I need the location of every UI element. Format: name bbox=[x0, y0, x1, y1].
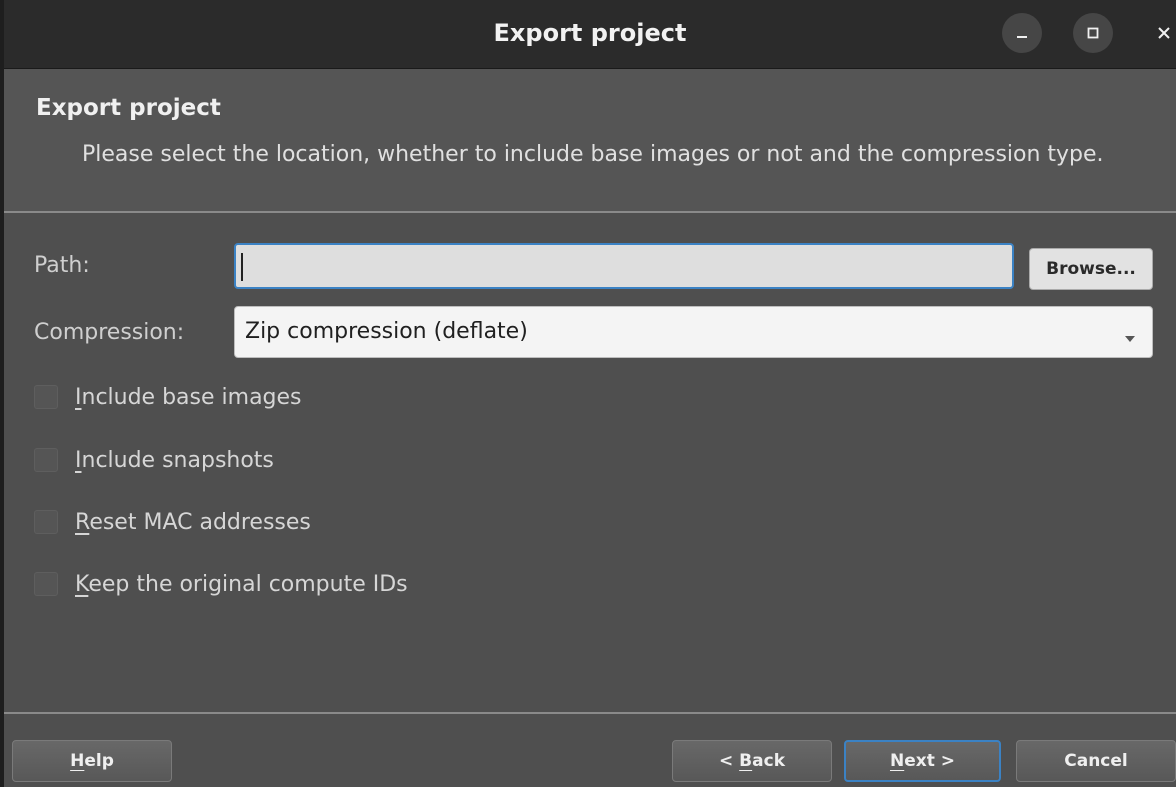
cancel-button[interactable]: Cancel bbox=[1016, 740, 1176, 782]
page-subtitle: Please select the location, whether to i… bbox=[82, 142, 1104, 167]
include-base-images-checkbox-row[interactable]: Include base images bbox=[34, 381, 302, 413]
title-bar[interactable]: Export project bbox=[4, 0, 1176, 69]
path-label: Path: bbox=[34, 253, 90, 278]
wizard-header: Export project Please select the locatio… bbox=[4, 69, 1176, 211]
dropdown-arrow-icon bbox=[1124, 328, 1136, 347]
close-button[interactable] bbox=[1144, 13, 1176, 53]
include-snapshots-checkbox[interactable] bbox=[34, 448, 58, 472]
compression-selected-value: Zip compression (deflate) bbox=[245, 319, 528, 344]
reset-mac-addresses-label[interactable]: Reset MAC addresses bbox=[75, 510, 311, 535]
help-button[interactable]: Help bbox=[12, 740, 172, 782]
export-project-dialog: Export project Export project Please sel… bbox=[4, 0, 1176, 787]
maximize-button[interactable] bbox=[1073, 13, 1113, 53]
reset-mac-addresses-checkbox[interactable] bbox=[34, 510, 58, 534]
window-title: Export project bbox=[493, 19, 687, 47]
path-input[interactable] bbox=[234, 243, 1014, 289]
back-button[interactable]: < Back bbox=[672, 740, 832, 782]
keep-compute-ids-label[interactable]: Keep the original compute IDs bbox=[75, 572, 408, 597]
close-icon bbox=[1156, 25, 1172, 41]
keep-compute-ids-checkbox-row[interactable]: Keep the original compute IDs bbox=[34, 568, 408, 600]
reset-mac-addresses-checkbox-row[interactable]: Reset MAC addresses bbox=[34, 506, 311, 538]
keep-compute-ids-checkbox[interactable] bbox=[34, 572, 58, 596]
include-snapshots-label[interactable]: Include snapshots bbox=[75, 448, 274, 473]
footer-divider bbox=[4, 712, 1176, 714]
minimize-button[interactable] bbox=[1002, 13, 1042, 53]
include-base-images-label[interactable]: Include base images bbox=[75, 385, 302, 410]
page-title: Export project bbox=[36, 95, 221, 121]
compression-select[interactable]: Zip compression (deflate) bbox=[234, 306, 1153, 358]
browse-button[interactable]: Browse... bbox=[1029, 248, 1153, 290]
header-divider bbox=[4, 211, 1176, 213]
next-button[interactable]: Next > bbox=[844, 740, 1001, 782]
include-base-images-checkbox[interactable] bbox=[34, 385, 58, 409]
include-snapshots-checkbox-row[interactable]: Include snapshots bbox=[34, 444, 274, 476]
maximize-icon bbox=[1086, 26, 1100, 40]
compression-label: Compression: bbox=[34, 320, 185, 345]
minimize-icon bbox=[1015, 26, 1029, 40]
text-caret bbox=[241, 253, 243, 281]
